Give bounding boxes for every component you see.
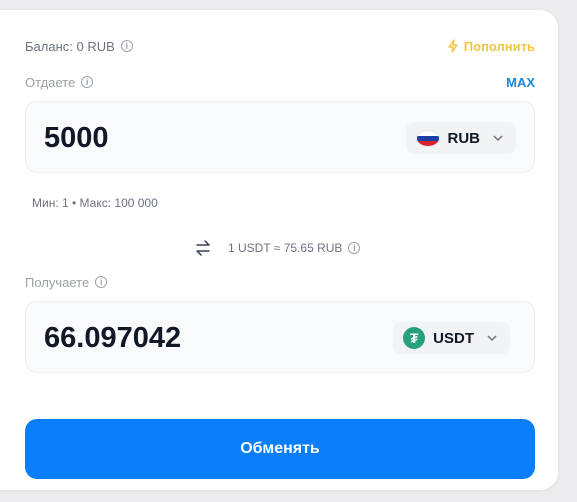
receive-currency-code: USDT: [433, 329, 474, 347]
receive-input-box: ₮ USDT: [25, 301, 535, 374]
russia-flag-icon: [415, 129, 440, 147]
receive-currency-select[interactable]: ₮ USDT: [393, 322, 510, 354]
give-label-text: Отдаете: [25, 74, 76, 90]
exchange-card: Баланс: 0 RUB i Пополнить Отдаете i MAX …: [0, 10, 558, 490]
balance-label: Баланс: 0 RUB: [25, 38, 115, 54]
swap-arrows-icon: [196, 240, 210, 256]
receive-label-row: Получаете i: [25, 273, 535, 291]
lightning-icon: [448, 39, 458, 53]
chevron-down-icon: [487, 335, 497, 342]
topup-button[interactable]: Пополнить: [447, 39, 535, 54]
limits-text: Мин: 1 • Макс: 100 000: [32, 196, 158, 210]
rate-text: 1 USDT ≈ 75.65 RUB: [228, 241, 343, 255]
info-icon[interactable]: i: [95, 276, 108, 288]
receive-label: Получаете i: [25, 274, 108, 290]
max-button[interactable]: MAX: [506, 75, 535, 90]
rate-row: 1 USDT ≈ 75.65 RUB i: [190, 235, 361, 261]
topup-label: Пополнить: [463, 38, 535, 54]
give-currency-code: RUB: [447, 129, 481, 147]
info-icon[interactable]: i: [348, 242, 361, 254]
tether-icon: ₮: [403, 327, 426, 349]
receive-amount-input[interactable]: [42, 302, 376, 374]
receive-label-text: Получаете: [25, 274, 90, 290]
chevron-down-icon: [493, 135, 503, 142]
balance-row: Баланс: 0 RUB i Пополнить: [25, 37, 535, 55]
give-label-row: Отдаете i MAX: [25, 73, 535, 91]
give-input-box: RUB: [25, 101, 535, 174]
give-amount-input[interactable]: [42, 102, 376, 174]
info-icon[interactable]: i: [120, 40, 133, 52]
rate: 1 USDT ≈ 75.65 RUB i: [228, 241, 361, 255]
exchange-button[interactable]: Обменять: [25, 419, 535, 479]
give-currency-select[interactable]: RUB: [405, 122, 516, 154]
swap-button[interactable]: [190, 235, 216, 261]
info-icon[interactable]: i: [81, 76, 94, 88]
give-label: Отдаете i: [25, 74, 94, 90]
balance: Баланс: 0 RUB i: [25, 39, 133, 54]
